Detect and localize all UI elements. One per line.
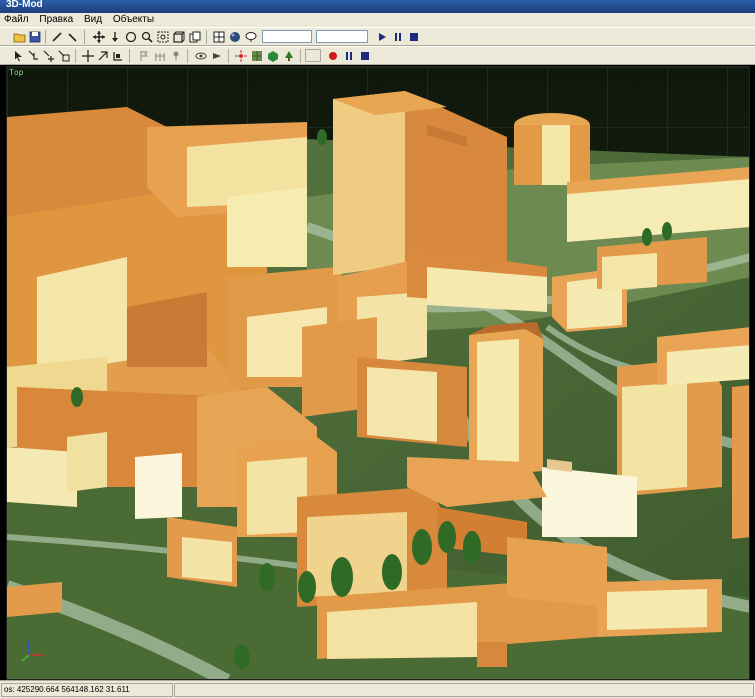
menu-objects[interactable]: Объекты (109, 13, 158, 27)
toolbar-input-1[interactable] (262, 30, 312, 43)
pan-icon[interactable] (92, 30, 106, 44)
tool-blank-field[interactable] (305, 49, 321, 62)
resize-icon[interactable] (111, 49, 125, 63)
menu-edit[interactable]: Правка (35, 13, 77, 27)
main-toolbar (0, 27, 755, 46)
coordinates-readout: os: 425290.664 564148.162 31.611 (1, 683, 173, 697)
pause-icon[interactable] (391, 30, 405, 44)
edit-node-icon[interactable] (27, 49, 41, 63)
pin-icon[interactable] (169, 49, 183, 63)
select-icon[interactable] (12, 49, 26, 63)
cloud-icon[interactable] (244, 30, 258, 44)
stop-icon[interactable] (407, 30, 421, 44)
3d-viewport[interactable]: Top (6, 66, 750, 680)
move-down-icon[interactable] (108, 30, 122, 44)
rotate-icon[interactable] (124, 30, 138, 44)
explode-icon[interactable] (234, 49, 248, 63)
window-title: 3D-Mod (6, 0, 43, 10)
pause-icon[interactable] (342, 49, 356, 63)
cube-icon[interactable] (266, 49, 280, 63)
open-icon[interactable] (12, 30, 26, 44)
polyline-icon[interactable] (66, 30, 80, 44)
tree-icon[interactable] (282, 49, 296, 63)
fence-icon[interactable] (153, 49, 167, 63)
rotate-tool-icon[interactable] (96, 49, 110, 63)
grid-icon[interactable] (212, 30, 226, 44)
sphere-icon[interactable] (228, 30, 242, 44)
move-icon[interactable] (81, 49, 95, 63)
box-icon[interactable] (172, 30, 186, 44)
texture-icon[interactable] (250, 49, 264, 63)
toolbar-input-2[interactable] (316, 30, 368, 43)
zoom-icon[interactable] (140, 30, 154, 44)
scale-icon[interactable] (57, 49, 71, 63)
menu-file[interactable]: Файл (0, 13, 33, 27)
camera-icon[interactable] (210, 49, 224, 63)
copy-icon[interactable] (188, 30, 202, 44)
menu-bar: Файл Правка Вид Объекты (0, 13, 755, 27)
status-bar: os: 425290.664 564148.162 31.611 (0, 680, 755, 698)
tools-toolbar (0, 46, 755, 65)
record-icon[interactable] (326, 49, 340, 63)
line-icon[interactable] (50, 30, 64, 44)
title-bar: 3D-Mod (0, 0, 755, 13)
flag-icon[interactable] (137, 49, 151, 63)
menu-view[interactable]: Вид (80, 13, 106, 27)
play-icon[interactable] (375, 30, 389, 44)
viewport-label: Top (9, 68, 24, 77)
round-building (514, 113, 590, 185)
zoom-region-icon[interactable] (156, 30, 170, 44)
stop-icon[interactable] (358, 49, 372, 63)
status-pane-empty (174, 683, 754, 697)
tall-tower (469, 322, 543, 477)
eye-icon[interactable] (194, 49, 208, 63)
move-node-icon[interactable] (42, 49, 56, 63)
city-model-scene (7, 67, 749, 679)
save-icon[interactable] (28, 30, 42, 44)
